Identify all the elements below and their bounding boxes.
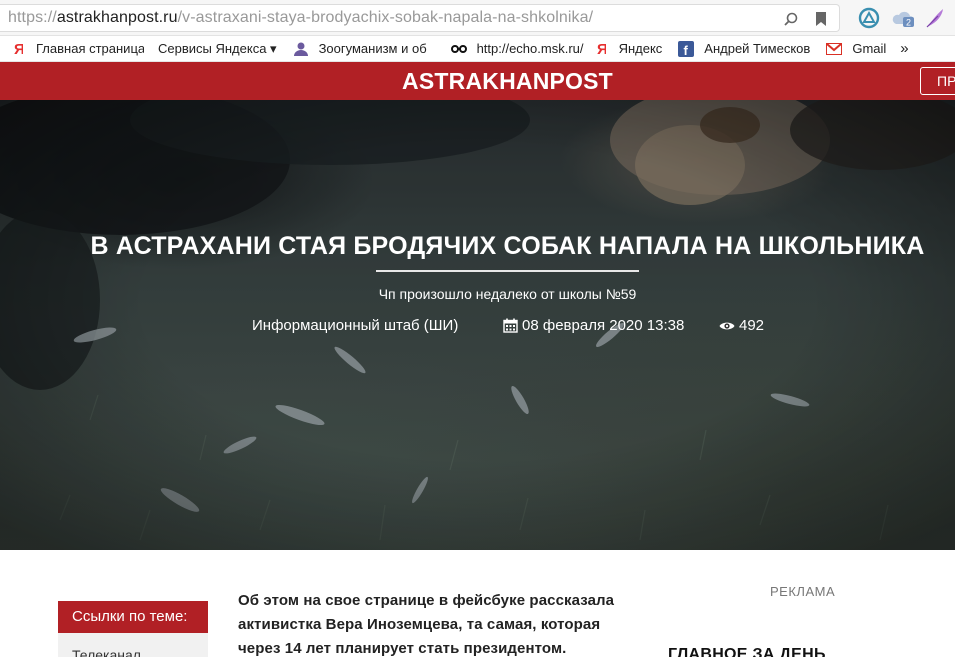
bookmark-echo[interactable]: http://echo.msk.ru/ xyxy=(447,36,591,61)
ad-label: РЕКЛАМА xyxy=(770,584,836,599)
echo-icon xyxy=(450,41,467,57)
calendar-icon xyxy=(503,318,518,333)
browser-address-bar: https://astrakhanpost.ru/v-astraxani-sta… xyxy=(0,0,955,36)
site-header: ASTRAKHANPOST ПР xyxy=(0,62,955,100)
related-link[interactable]: Телеканал xyxy=(58,633,208,657)
related-links-heading: Ссылки по теме: xyxy=(58,601,208,633)
article-lead: Об этом на свое странице в фейсбуке расс… xyxy=(238,592,615,657)
bookmark-facebook[interactable]: f Андрей Тимесков xyxy=(668,36,816,61)
bookmarks-overflow[interactable]: » xyxy=(892,36,914,61)
bookmark-gmail[interactable]: Gmail xyxy=(816,36,892,61)
facebook-icon: f xyxy=(678,40,695,57)
header-menu-button[interactable]: ПР xyxy=(920,67,955,95)
site-logo[interactable]: ASTRAKHANPOST xyxy=(0,62,955,100)
article-author[interactable]: Информационный штаб (ШИ) xyxy=(252,317,458,334)
yandex-icon: Я xyxy=(593,41,609,57)
related-links-box: Ссылки по теме: Телеканал xyxy=(58,601,208,657)
article-views: 492 xyxy=(719,317,764,334)
url-text[interactable]: https://astrakhanpost.ru/v-astraxani-sta… xyxy=(0,9,593,27)
url-field[interactable]: https://astrakhanpost.ru/v-astraxani-sta… xyxy=(0,4,840,32)
title-divider xyxy=(376,270,639,272)
article-title: В Астрахани стая бродячих собак напала н… xyxy=(90,232,925,260)
extension-cloud-icon[interactable]: 2 xyxy=(890,5,916,31)
person-icon xyxy=(293,41,309,57)
svg-text:Я: Я xyxy=(597,41,606,56)
article-hero: В Астрахани стая бродячих собак напала н… xyxy=(0,100,955,550)
extension-feather-icon[interactable] xyxy=(924,5,946,31)
bookmark-yandex-services[interactable]: Сервисы Яндекса ▾ xyxy=(150,36,283,61)
bookmark-zoohumanism[interactable]: Зоогуманизм и об xyxy=(283,36,447,61)
article-meta: Информационный штаб (ШИ) 08 февраля 2020… xyxy=(0,317,955,337)
bookmarks-bar: Я Главная страница Сервисы Яндекса ▾ Зоо… xyxy=(0,36,955,62)
eye-icon xyxy=(719,320,735,332)
gmail-icon xyxy=(826,41,843,57)
main-of-day-heading: ГЛАВНОЕ ЗА ДЕНЬ xyxy=(668,646,826,657)
svg-text:f: f xyxy=(684,43,689,57)
article-content: Ссылки по теме: Телеканал Об этом на сво… xyxy=(0,550,955,657)
article-date: 08 февраля 2020 13:38 xyxy=(503,317,684,334)
bookmark-icon[interactable] xyxy=(815,11,827,27)
extension-shield-icon[interactable] xyxy=(858,5,880,31)
search-icon[interactable] xyxy=(783,11,799,27)
svg-text:2: 2 xyxy=(906,18,911,28)
bookmark-home[interactable]: Я Главная страница xyxy=(0,36,150,61)
article-subtitle: Чп произошло недалеко от школы №59 xyxy=(378,286,637,302)
svg-text:Я: Я xyxy=(14,41,23,56)
yandex-icon: Я xyxy=(10,41,26,57)
bookmark-yandex[interactable]: Я Яндекс xyxy=(591,36,669,61)
